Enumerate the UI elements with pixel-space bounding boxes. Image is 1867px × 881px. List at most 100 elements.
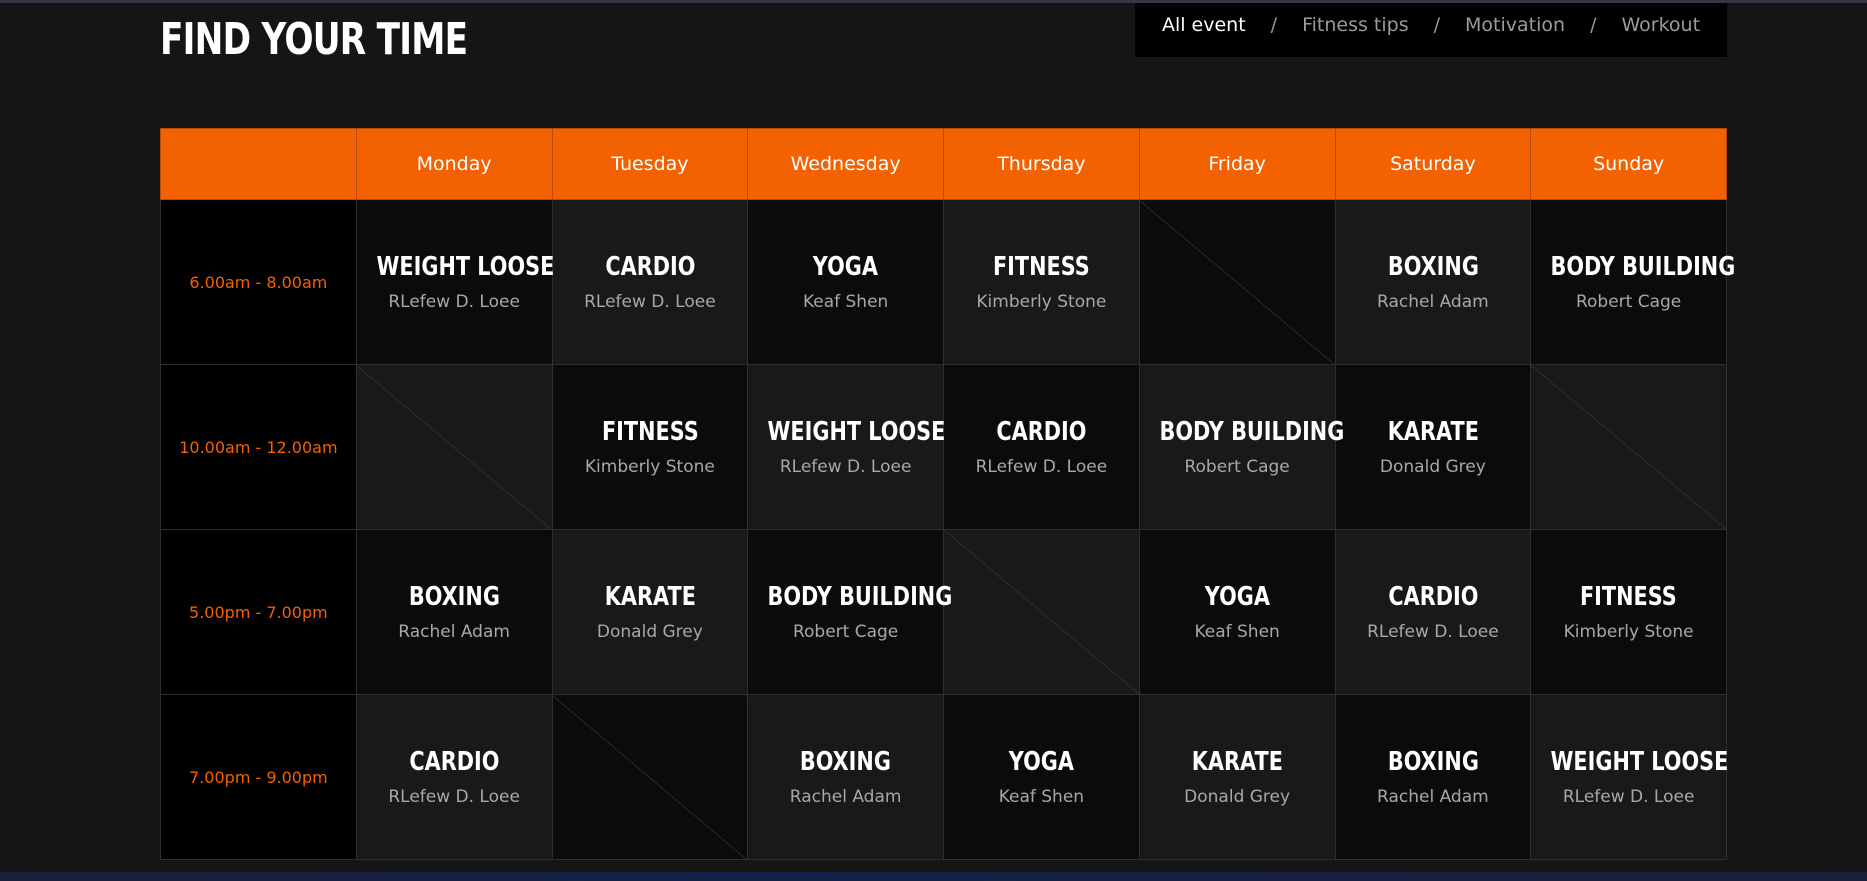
- time-slot-label: 7.00pm - 9.00pm: [160, 694, 357, 860]
- class-name: KARATE: [1191, 747, 1283, 777]
- empty-slot: [1530, 364, 1727, 530]
- class-slot[interactable]: BOXING Rachel Adam: [747, 694, 944, 860]
- trainer-name: Robert Cage: [1184, 457, 1290, 477]
- empty-slot: [1138, 199, 1336, 365]
- day-header-tuesday: Tuesday: [551, 128, 749, 200]
- class-name: FITNESS: [1580, 582, 1678, 612]
- filter-fitness-tips[interactable]: Fitness tips: [1302, 14, 1409, 36]
- trainer-name: RLefew D. Loee: [1562, 787, 1695, 807]
- class-slot[interactable]: BODY BUILDING Robert Cage: [1530, 199, 1736, 365]
- trainer-name: Keaf Shen: [998, 787, 1085, 807]
- class-slot[interactable]: BOXING Rachel Adam: [355, 529, 553, 695]
- trainer-name: Rachel Adam: [1377, 292, 1489, 312]
- page-title: FIND YOUR TIME: [160, 14, 468, 65]
- trainer-name: Donald Grey: [1184, 787, 1291, 807]
- trainer-name: RLefew D. Loee: [779, 457, 912, 477]
- empty-slot: [943, 529, 1140, 695]
- filter-separator: /: [1433, 14, 1441, 36]
- trainer-name: Kimberly Stone: [976, 292, 1107, 312]
- class-name: FITNESS: [601, 417, 699, 447]
- class-slot[interactable]: FITNESS Kimberly Stone: [551, 364, 749, 530]
- class-slot[interactable]: YOGA Keaf Shen: [747, 199, 944, 365]
- trainer-name: RLefew D. Loee: [975, 457, 1108, 477]
- day-header-saturday: Saturday: [1334, 128, 1532, 200]
- class-slot[interactable]: YOGA Keaf Shen: [1138, 529, 1336, 695]
- class-slot[interactable]: KARATE Donald Grey: [551, 529, 749, 695]
- trainer-name: Rachel Adam: [398, 622, 510, 642]
- trainer-name: RLefew D. Loee: [584, 292, 716, 312]
- class-name: WEIGHT LOOSE: [1550, 747, 1729, 777]
- trainer-name: Robert Cage: [1575, 292, 1682, 312]
- class-slot[interactable]: CARDIO RLefew D. Loee: [551, 199, 749, 365]
- class-name: WEIGHT LOOSE: [767, 417, 946, 447]
- class-name: BODY BUILDING: [767, 582, 953, 612]
- day-header-monday: Monday: [355, 128, 553, 200]
- class-name: BODY BUILDING: [1550, 252, 1736, 282]
- class-name: CARDIO: [996, 417, 1087, 447]
- day-header-sunday: Sunday: [1530, 128, 1727, 200]
- class-slot[interactable]: CARDIO RLefew D. Loee: [1334, 529, 1532, 695]
- time-slot-label: 5.00pm - 7.00pm: [160, 529, 357, 695]
- filter-separator: /: [1590, 14, 1597, 36]
- class-name: BOXING: [1387, 747, 1479, 777]
- filter-workout[interactable]: Workout: [1621, 14, 1700, 36]
- class-slot[interactable]: BOXING Rachel Adam: [1334, 694, 1532, 860]
- trainer-name: Donald Grey: [1379, 457, 1486, 477]
- class-slot[interactable]: BOXING Rachel Adam: [1334, 199, 1532, 365]
- day-header-friday: Friday: [1138, 128, 1336, 200]
- class-name: BOXING: [1387, 252, 1479, 282]
- day-header-wednesday: Wednesday: [747, 128, 944, 200]
- trainer-name: Robert Cage: [792, 622, 899, 642]
- timetable-row: 5.00pm - 7.00pm BOXING Rachel Adam KARATE Do…: [160, 529, 1727, 695]
- class-slot[interactable]: BODY BUILDING Robert Cage: [1138, 364, 1345, 530]
- trainer-name: Rachel Adam: [789, 787, 902, 807]
- trainer-name: Kimberly Stone: [584, 457, 715, 477]
- event-filter-bar: All event / Fitness tips / Motivation / Workou…: [1135, 3, 1727, 57]
- filter-motivation[interactable]: Motivation: [1465, 14, 1565, 36]
- trainer-name: Kimberly Stone: [1563, 622, 1694, 642]
- class-slot[interactable]: FITNESS Kimberly Stone: [943, 199, 1140, 365]
- trainer-name: Donald Grey: [596, 622, 703, 642]
- class-name: CARDIO: [409, 747, 500, 777]
- class-name: BOXING: [800, 747, 892, 777]
- trainer-name: Rachel Adam: [1377, 787, 1489, 807]
- timetable-row: 6.00am - 8.00am WEIGHT LOOSE RLefew D. Loe…: [160, 199, 1736, 365]
- class-slot[interactable]: CARDIO RLefew D. Loee: [355, 694, 553, 860]
- class-name: BODY BUILDING: [1159, 417, 1345, 447]
- timetable-row: 10.00am - 12.00am FITNESS Kimberly Stone WE…: [160, 364, 1727, 530]
- class-name: FITNESS: [992, 252, 1090, 282]
- class-slot[interactable]: WEIGHT LOOSE RLefew D. Loee: [747, 364, 946, 530]
- filter-all-event[interactable]: All event: [1162, 14, 1246, 36]
- class-slot[interactable]: KARATE Donald Grey: [1138, 694, 1336, 860]
- class-name: KARATE: [1387, 417, 1479, 447]
- class-slot[interactable]: FITNESS Kimberly Stone: [1530, 529, 1727, 695]
- class-timetable: Monday Tuesday Wednesday Thursday Friday Satu…: [160, 128, 1736, 860]
- class-slot[interactable]: WEIGHT LOOSE RLefew D. Loee: [1530, 694, 1729, 860]
- trainer-name: RLefew D. Loee: [388, 787, 520, 807]
- class-name: CARDIO: [604, 252, 695, 282]
- time-slot-label: 10.00am - 12.00am: [160, 364, 357, 530]
- taskbar-edge: [0, 872, 1867, 881]
- class-name: CARDIO: [1387, 582, 1478, 612]
- timetable-body: 6.00am - 8.00am WEIGHT LOOSE RLefew D. Loe…: [160, 199, 1736, 860]
- class-slot[interactable]: YOGA Keaf Shen: [943, 694, 1140, 860]
- day-header-thursday: Thursday: [943, 128, 1140, 200]
- class-slot[interactable]: CARDIO RLefew D. Loee: [943, 364, 1140, 530]
- timetable-row: 7.00pm - 9.00pm CARDIO RLefew D. Loee BOXIN…: [160, 694, 1729, 860]
- empty-slot: [355, 364, 553, 530]
- class-name: YOGA: [1008, 747, 1074, 777]
- trainer-name: RLefew D. Loee: [388, 292, 520, 312]
- timetable-corner-cell: [160, 128, 357, 200]
- class-name: WEIGHT LOOSE: [376, 252, 555, 282]
- time-slot-label: 6.00am - 8.00am: [160, 199, 357, 365]
- class-slot[interactable]: KARATE Donald Grey: [1334, 364, 1532, 530]
- class-name: YOGA: [813, 252, 879, 282]
- class-slot[interactable]: WEIGHT LOOSE RLefew D. Loee: [355, 199, 555, 365]
- trainer-name: Keaf Shen: [1194, 622, 1280, 642]
- trainer-name: Keaf Shen: [802, 292, 889, 312]
- class-slot[interactable]: BODY BUILDING Robert Cage: [747, 529, 953, 695]
- trainer-name: RLefew D. Loee: [1367, 622, 1499, 642]
- empty-slot: [551, 694, 749, 860]
- class-name: YOGA: [1204, 582, 1270, 612]
- class-name: BOXING: [408, 582, 500, 612]
